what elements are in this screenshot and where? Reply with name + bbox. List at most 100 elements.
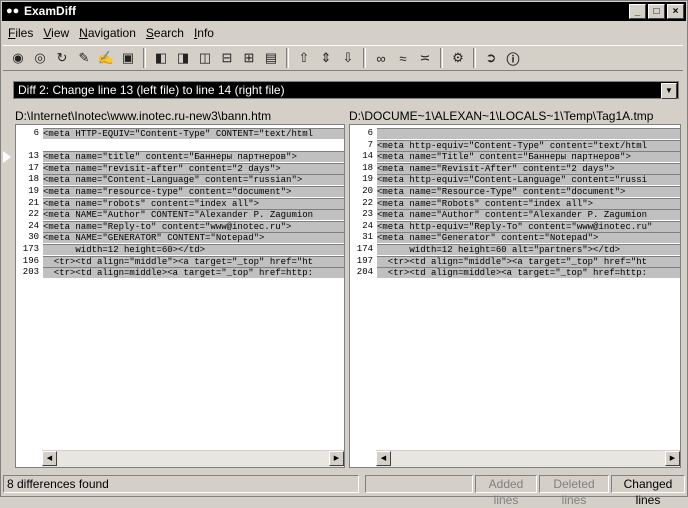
- edit-icon[interactable]: ✎: [73, 47, 95, 69]
- line-number: 6: [367, 128, 373, 138]
- line-number: 13: [28, 151, 39, 162]
- split-horizontal-icon[interactable]: ⊟: [216, 47, 238, 69]
- code-line[interactable]: <meta name="Content-Language" content="r…: [43, 174, 344, 186]
- code-line[interactable]: <meta http-equiv="Reply-To" content="www…: [377, 220, 680, 232]
- menu-navigation[interactable]: Navigation: [74, 26, 141, 40]
- diff-selector-value: Diff 2: Change line 13 (left file) to li…: [18, 83, 285, 97]
- line-number: 7: [367, 139, 373, 150]
- line-number: 23: [362, 209, 373, 220]
- find-prev-icon[interactable]: ≍: [414, 47, 436, 69]
- find-icon[interactable]: ∞: [370, 47, 392, 69]
- next-diff-icon[interactable]: ⇩: [337, 47, 359, 69]
- line-number: 24: [28, 220, 39, 231]
- line-number: 197: [356, 255, 373, 266]
- right-horizontal-scrollbar[interactable]: ◀ ▶: [376, 450, 680, 467]
- window-list-icon[interactable]: ▤: [260, 47, 282, 69]
- examdiff-window: ●● ExamDiff _ □ × Files View Navigation …: [0, 0, 688, 507]
- code-line[interactable]: <meta name="Generator" content="Notepad"…: [377, 232, 680, 244]
- line-number: 204: [356, 267, 373, 278]
- save-icon[interactable]: ▣: [117, 47, 139, 69]
- line-number: 19: [362, 174, 373, 185]
- view-left-icon[interactable]: ◧: [150, 47, 172, 69]
- code-line[interactable]: width=12 height=60 alt="partners"></td>: [377, 244, 680, 255]
- view-right-icon[interactable]: ◨: [172, 47, 194, 69]
- code-line[interactable]: <meta name="Author" content="Alexander P…: [377, 209, 680, 221]
- first-diff-icon[interactable]: ⇕: [315, 47, 337, 69]
- minimize-button[interactable]: _: [629, 4, 646, 19]
- line-number: 31: [362, 232, 373, 243]
- close-button[interactable]: ×: [667, 4, 684, 19]
- scroll-right-icon[interactable]: ▶: [329, 451, 344, 466]
- menu-view[interactable]: View: [38, 26, 74, 40]
- menu-info[interactable]: Info: [189, 26, 219, 40]
- find-next-icon[interactable]: ≈: [392, 47, 414, 69]
- code-line[interactable]: <meta HTTP-EQUIV="Content-Type" CONTENT=…: [43, 128, 344, 139]
- line-number: 18: [362, 162, 373, 173]
- code-line[interactable]: <meta name="Revisit-After" content="2 da…: [377, 162, 680, 174]
- code-line[interactable]: <tr><td align=middle><a target="_top" hr…: [377, 267, 680, 279]
- legend-deleted-lines: Deleted lines: [539, 475, 609, 507]
- code-line[interactable]: width=12 height=60></td>: [43, 244, 344, 255]
- code-line[interactable]: <meta name="robots" content="index all">: [43, 197, 344, 209]
- code-line[interactable]: <meta name="Title" content="Баннеры парт…: [377, 151, 680, 163]
- scroll-left-icon[interactable]: ◀: [376, 451, 391, 466]
- right-file-pane[interactable]: 6 7 14 18 19 20 22 23 24 31 174 197 204 <meta http-e…: [349, 124, 681, 468]
- line-number: 203: [22, 267, 39, 278]
- scroll-left-icon[interactable]: ◀: [42, 451, 57, 466]
- recompare-icon[interactable]: ↻: [51, 47, 73, 69]
- line-number: 30: [28, 232, 39, 243]
- left-file-pane[interactable]: 6 13 17 18 19 21 22 24 30 173 196 203 <meta HTTP-EQ…: [15, 124, 345, 468]
- prev-diff-icon[interactable]: ⇧: [293, 47, 315, 69]
- menu-search[interactable]: Search: [141, 26, 189, 40]
- code-line[interactable]: <tr><td align="middle"><a target="_top" …: [43, 255, 344, 267]
- left-code-area[interactable]: <meta HTTP-EQUIV="Content-Type" CONTENT=…: [43, 125, 344, 451]
- split-vertical-icon[interactable]: ⊞: [238, 47, 260, 69]
- view-both-icon[interactable]: ◫: [194, 47, 216, 69]
- legend-added-lines: Added lines: [475, 475, 537, 507]
- right-file-path: D:\DOCUME~1\ALEXAN~1\LOCALS~1\Temp\Tag1A…: [349, 109, 654, 123]
- code-line[interactable]: <meta NAME="GENERATOR" CONTENT="Notepad"…: [43, 232, 344, 244]
- code-line[interactable]: <tr><td align=middle><a target="_top" hr…: [43, 267, 344, 279]
- compare-icon[interactable]: ◉: [7, 47, 29, 69]
- options-icon[interactable]: ⚙: [447, 47, 469, 69]
- code-line[interactable]: [377, 128, 680, 139]
- maximize-button[interactable]: □: [648, 4, 665, 19]
- code-line[interactable]: <meta name="Robots" content="index all">: [377, 197, 680, 209]
- status-bar: 8 differences found Added lines Deleted …: [3, 475, 685, 507]
- left-horizontal-scrollbar[interactable]: ◀ ▶: [42, 450, 344, 467]
- toolbar-separator: [143, 48, 146, 68]
- status-message: 8 differences found: [3, 475, 359, 493]
- line-number: 19: [28, 186, 39, 196]
- diff-selector[interactable]: Diff 2: Change line 13 (left file) to li…: [13, 81, 679, 99]
- binoculars-icon[interactable]: ◎: [29, 47, 51, 69]
- line-number: 20: [362, 186, 373, 196]
- exit-icon[interactable]: ➲: [480, 47, 502, 69]
- line-number: 17: [28, 162, 39, 173]
- code-line[interactable]: <meta http-equiv="Content-Type" content=…: [377, 139, 680, 151]
- toolbar-separator: [473, 48, 476, 68]
- info-icon[interactable]: ⓘ: [502, 47, 524, 69]
- scroll-right-icon[interactable]: ▶: [665, 451, 680, 466]
- left-file-path: D:\Internet\Inotec\www.inotec.ru-new3\ba…: [15, 109, 272, 123]
- toolbar-separator: [440, 48, 443, 68]
- code-line[interactable]: <tr><td align="middle"><a target="_top" …: [377, 255, 680, 267]
- line-number: 18: [28, 174, 39, 185]
- line-number: 6: [33, 128, 39, 138]
- code-line[interactable]: <meta name="resource-type" content="docu…: [43, 186, 344, 197]
- code-line[interactable]: <meta http-equiv="Content-Language" cont…: [377, 174, 680, 186]
- code-line[interactable]: <meta name="Reply-to" content="www@inote…: [43, 220, 344, 232]
- edit-right-icon[interactable]: ✍: [95, 47, 117, 69]
- code-line[interactable]: [43, 140, 344, 151]
- line-number: 14: [362, 151, 373, 162]
- app-icon[interactable]: ●●: [6, 5, 19, 17]
- current-diff-marker-icon: [3, 151, 11, 163]
- code-line[interactable]: <meta name="title" content="Баннеры парт…: [43, 151, 344, 163]
- menu-files[interactable]: Files: [3, 26, 38, 40]
- chevron-down-icon[interactable]: ▼: [661, 83, 677, 99]
- code-line[interactable]: <meta name="Resource-Type" content="docu…: [377, 186, 680, 197]
- line-number: 21: [28, 197, 39, 208]
- right-code-area[interactable]: <meta http-equiv="Content-Type" content=…: [377, 125, 680, 451]
- status-empty-panel: [365, 475, 473, 493]
- code-line[interactable]: <meta NAME="Author" CONTENT="Alexander P…: [43, 209, 344, 221]
- code-line[interactable]: <meta name="revisit-after" content="2 da…: [43, 162, 344, 174]
